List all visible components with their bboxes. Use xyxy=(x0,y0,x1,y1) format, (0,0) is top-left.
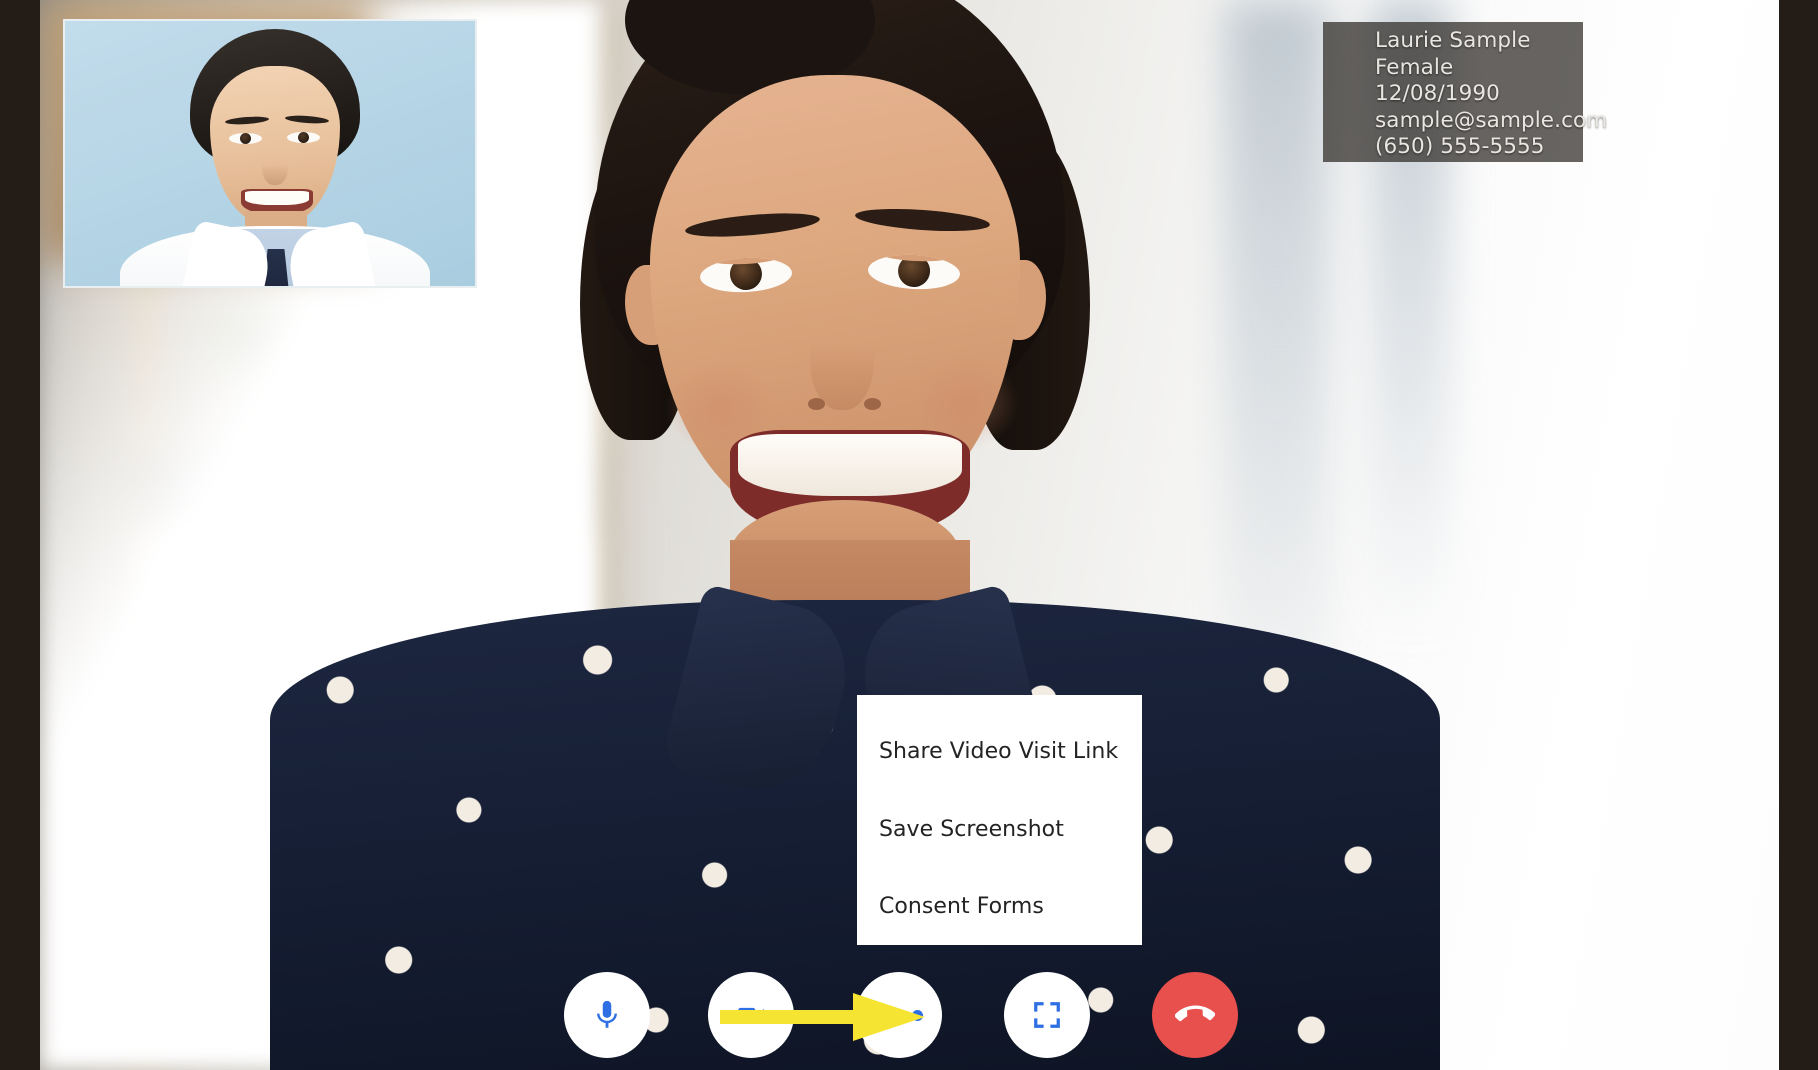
remote-video-feed[interactable]: Laurie Sample Female 12/08/1990 sample@s… xyxy=(40,0,1779,1070)
menu-item-save-screenshot[interactable]: Save Screenshot xyxy=(879,817,1064,842)
menu-item-consent-forms[interactable]: Consent Forms xyxy=(879,894,1044,919)
patient-phone: (650) 555-5555 xyxy=(1375,134,1545,159)
provider-eye-right xyxy=(287,132,320,143)
provider-teeth xyxy=(245,191,309,205)
fullscreen-icon xyxy=(1034,1002,1060,1028)
nostril-left xyxy=(808,398,825,410)
patient-dob: 12/08/1990 xyxy=(1375,81,1500,106)
telehealth-video-call-app: Laurie Sample Female 12/08/1990 sample@s… xyxy=(0,0,1818,1070)
patient-gender: Female xyxy=(1375,54,1454,80)
provider-self-view[interactable] xyxy=(63,19,477,288)
fullscreen-button[interactable] xyxy=(1004,972,1090,1058)
more-options-menu: Share Video Visit Link Save Screenshot C… xyxy=(857,695,1142,945)
patient-email: sample@sample.com xyxy=(1375,107,1608,133)
microphone-button[interactable] xyxy=(564,972,650,1058)
video-camera-icon xyxy=(738,1007,764,1023)
patient-info-overlay: Laurie Sample Female 12/08/1990 sample@s… xyxy=(1323,22,1608,162)
end-call-button[interactable] xyxy=(1152,972,1238,1058)
three-dots-icon xyxy=(875,1009,923,1021)
camera-button[interactable] xyxy=(708,972,794,1058)
menu-item-share-video-visit-link[interactable]: Share Video Visit Link xyxy=(879,739,1118,764)
phone-hangup-icon xyxy=(1175,1005,1215,1022)
provider-nose xyxy=(262,147,288,185)
patient-name: Laurie Sample xyxy=(1375,28,1531,53)
nostril-right xyxy=(864,398,881,410)
teeth xyxy=(738,434,962,496)
provider-iris-left xyxy=(240,133,251,144)
nose xyxy=(810,300,874,410)
more-options-button[interactable] xyxy=(856,972,942,1058)
call-control-bar xyxy=(564,972,1294,1060)
microphone-icon xyxy=(597,1000,617,1028)
provider-iris-right xyxy=(298,132,309,143)
provider-eye-left xyxy=(229,133,262,144)
